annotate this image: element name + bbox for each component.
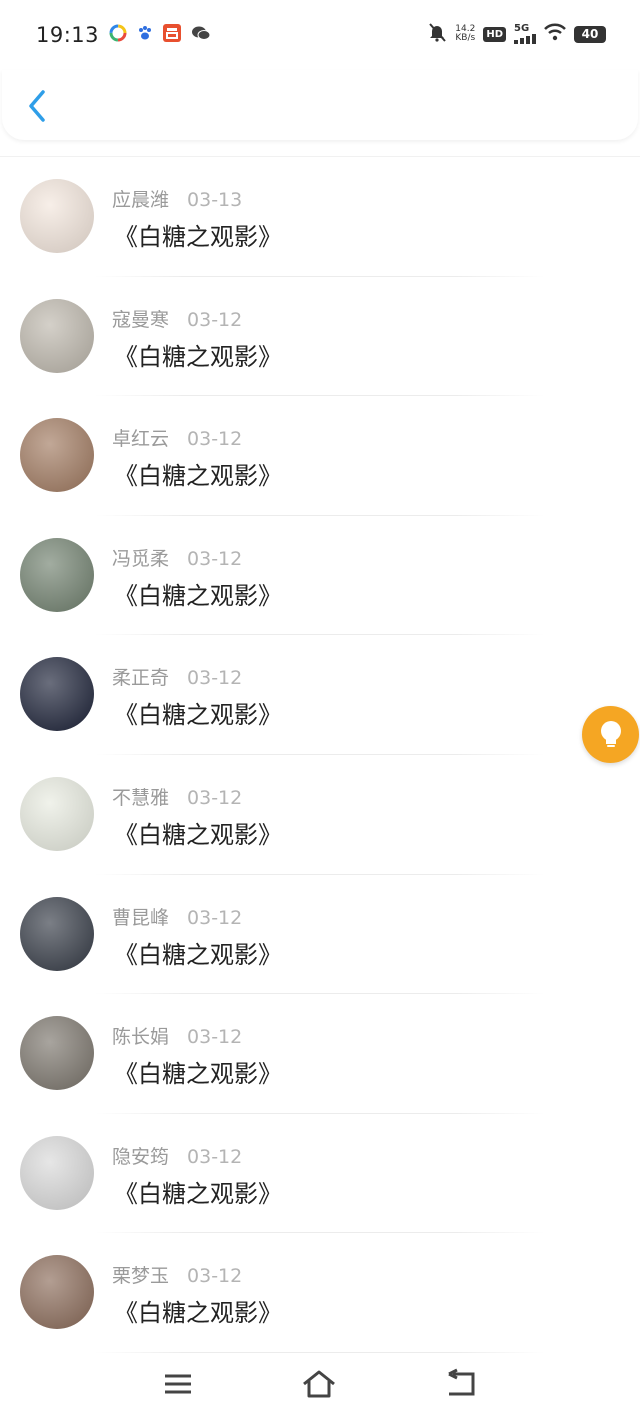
- comment-date: 03-12: [187, 428, 243, 451]
- mute-bell-icon: [427, 22, 447, 46]
- comment-row[interactable]: 冯觅柔 03-12 《白糖之观影》: [0, 516, 640, 636]
- comment-date: 03-12: [187, 906, 243, 929]
- comment-text: 《白糖之观影》: [114, 820, 282, 849]
- return-icon: [448, 1368, 475, 1396]
- colorful-app-icon: [109, 24, 127, 46]
- comment-text: 《白糖之观影》: [114, 581, 282, 610]
- red-app-icon: [163, 24, 182, 46]
- comment-row[interactable]: 寇曼寒 03-12 《白糖之观影》: [0, 277, 640, 397]
- comment-meta: 陈长娟 03-12: [112, 1022, 242, 1049]
- comment-row[interactable]: 应晨潍 03-13 《白糖之观影》: [0, 157, 640, 277]
- user-avatar[interactable]: [20, 657, 94, 732]
- comment-row[interactable]: 柔正奇 03-12 《白糖之观影》: [0, 635, 640, 755]
- top-header: [2, 70, 638, 140]
- comment-row[interactable]: 曹昆峰 03-12 《白糖之观影》: [0, 875, 640, 995]
- wechat-icon: [191, 25, 211, 45]
- user-avatar[interactable]: [20, 1255, 94, 1330]
- commenter-name[interactable]: 冯觅柔: [112, 548, 169, 570]
- comment-meta: 应晨潍 03-13: [112, 185, 242, 212]
- comment-text: 《白糖之观影》: [114, 1299, 282, 1328]
- commenter-name[interactable]: 曹昆峰: [112, 907, 169, 929]
- comment-row[interactable]: 隐安筠 03-12 《白糖之观影》: [0, 1114, 640, 1234]
- user-avatar[interactable]: [20, 537, 94, 612]
- comment-meta: 冯觅柔 03-12: [112, 544, 242, 571]
- menu-button[interactable]: [161, 1368, 197, 1400]
- commenter-name[interactable]: 陈长娟: [112, 1026, 169, 1048]
- comment-text: 《白糖之观影》: [114, 1060, 282, 1089]
- comment-text: 《白糖之观影》: [114, 940, 282, 969]
- user-avatar[interactable]: [20, 776, 94, 851]
- comment-date: 03-12: [187, 786, 243, 809]
- commenter-name[interactable]: 柔正奇: [112, 667, 169, 689]
- comment-text: 《白糖之观影》: [114, 462, 282, 491]
- battery-indicator: 40: [574, 25, 606, 43]
- comment-meta: 曹昆峰 03-12: [112, 903, 242, 930]
- comment-date: 03-12: [187, 1265, 243, 1288]
- comment-meta: 寇曼寒 03-12: [112, 305, 242, 332]
- comment-date: 03-13: [187, 189, 243, 211]
- user-avatar[interactable]: [20, 896, 94, 971]
- menu-icon: [165, 1374, 191, 1394]
- comment-meta: 栗梦玉 03-12: [112, 1261, 242, 1288]
- system-nav-bar: [0, 1350, 640, 1423]
- comment-row[interactable]: 不慧雅 03-12 《白糖之观影》: [0, 755, 640, 875]
- comment-row[interactable]: 栗梦玉 03-12 《白糖之观影》: [0, 1233, 640, 1353]
- comment-text: 《白糖之观影》: [114, 223, 282, 251]
- user-avatar[interactable]: [20, 298, 94, 373]
- chevron-left-icon: [29, 90, 45, 122]
- comment-meta: 卓红云 03-12: [112, 424, 242, 451]
- status-time: 19:13: [36, 23, 100, 47]
- user-avatar[interactable]: [20, 1135, 94, 1210]
- commenter-name[interactable]: 卓红云: [112, 428, 169, 450]
- status-indicators: 14.2 KB/s HD 5G 40: [427, 22, 606, 46]
- net-speed-unit: KB/s: [455, 33, 476, 43]
- user-avatar[interactable]: [20, 1016, 94, 1091]
- comment-meta: 柔正奇 03-12: [112, 663, 242, 690]
- back-button[interactable]: [24, 88, 54, 124]
- wifi-icon: [544, 23, 566, 45]
- commenter-name[interactable]: 应晨潍: [112, 189, 169, 211]
- commenter-name[interactable]: 栗梦玉: [112, 1265, 169, 1287]
- commenter-name[interactable]: 寇曼寒: [112, 309, 169, 331]
- status-bar: 19:13 14.2 KB/s HD 5G 40: [0, 0, 640, 70]
- comment-date: 03-12: [187, 1026, 243, 1049]
- lightbulb-icon: [600, 720, 621, 747]
- net-speed: 14.2 KB/s: [455, 25, 475, 43]
- notification-app-icons: [109, 24, 211, 46]
- user-avatar[interactable]: [20, 179, 94, 253]
- comment-meta: 不慧雅 03-12: [112, 783, 242, 810]
- comment-date: 03-12: [187, 667, 243, 690]
- comment-row[interactable]: 卓红云 03-12 《白糖之观影》: [0, 396, 640, 516]
- comment-list: 应晨潍 03-13 《白糖之观影》 寇曼寒 03-12 《白糖之观影》 卓红云 03-12 《白…: [0, 156, 640, 1353]
- home-button[interactable]: [301, 1368, 337, 1400]
- comment-row[interactable]: 陈长娟 03-12 《白糖之观影》: [0, 994, 640, 1114]
- comment-date: 03-12: [187, 1145, 243, 1168]
- user-avatar[interactable]: [20, 418, 94, 493]
- home-icon: [303, 1370, 335, 1398]
- comment-text: 《白糖之观影》: [114, 1179, 282, 1208]
- comment-date: 03-12: [187, 547, 243, 570]
- hd-badge: HD: [483, 26, 506, 42]
- network-type: 5G: [514, 23, 530, 34]
- commenter-name[interactable]: 隐安筠: [112, 1146, 169, 1168]
- signal-5g-icon: 5G: [514, 24, 536, 44]
- lightbulb-button[interactable]: [582, 706, 639, 763]
- paw-icon: [137, 25, 153, 45]
- commenter-name[interactable]: 不慧雅: [112, 787, 169, 809]
- comment-text: 《白糖之观影》: [114, 342, 282, 371]
- back-nav-button[interactable]: [443, 1368, 479, 1400]
- comment-date: 03-12: [187, 308, 243, 331]
- comment-meta: 隐安筠 03-12: [112, 1142, 242, 1169]
- comment-text: 《白糖之观影》: [114, 701, 282, 730]
